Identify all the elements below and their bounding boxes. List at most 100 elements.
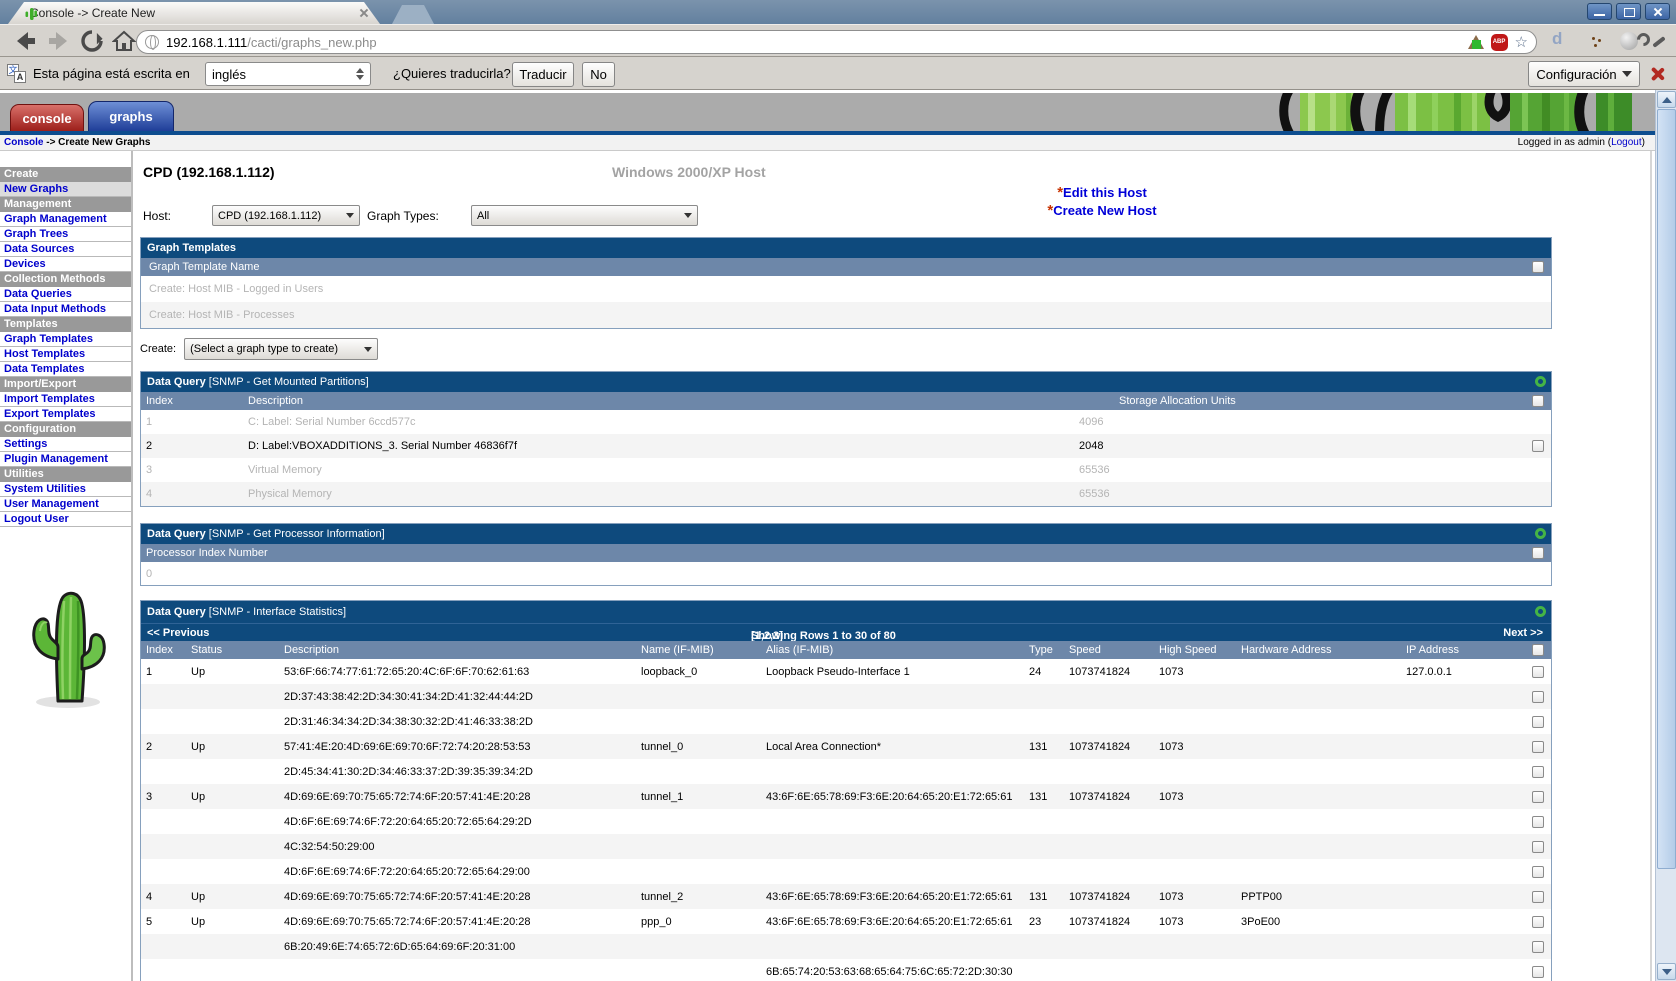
tab-close-icon[interactable] (358, 7, 370, 19)
sidebar-item-devices[interactable]: Devices (0, 257, 131, 272)
row-checkbox[interactable] (1532, 765, 1544, 778)
language-select[interactable]: inglés (205, 62, 371, 86)
create-graph-type-select[interactable]: (Select a graph type to create) (184, 338, 379, 360)
sidebar-item-system-utilities[interactable]: System Utilities (0, 482, 131, 497)
table-row[interactable]: 4D:6F:6E:69:74:6F:72:20:64:65:20:72:65:6… (141, 809, 1551, 834)
browser-tab[interactable]: Console -> Create New (8, 2, 380, 24)
table-row[interactable]: 6B:20:49:6E:74:65:72:6D:65:64:69:6F:20:3… (141, 934, 1551, 959)
extension-d-icon[interactable]: d (1552, 29, 1562, 49)
sidebar-item-graph-management[interactable]: Graph Management (0, 212, 131, 227)
address-bar[interactable]: 192.168.1.111/cacti/graphs_new.php ABP ☆ (136, 30, 1537, 54)
sidebar-item-new-graphs[interactable]: New Graphs (0, 182, 131, 197)
sidebar-item-data-sources[interactable]: Data Sources (0, 242, 131, 257)
col-processor-index: Processor Index Number (146, 547, 268, 559)
vertical-scrollbar[interactable] (1655, 90, 1676, 981)
sidebar-item-data-input-methods[interactable]: Data Input Methods (0, 302, 131, 317)
sidebar-item-settings[interactable]: Settings (0, 437, 131, 452)
forward-button[interactable] (46, 29, 72, 53)
table-row[interactable]: 5 Up 4D:69:6E:69:70:75:65:72:74:6F:20:57:4… (141, 909, 1551, 934)
table-row: 0 (141, 562, 1551, 585)
col-status: Status (191, 644, 223, 656)
sidebar-item-import-templates[interactable]: Import Templates (0, 392, 131, 407)
row-checkbox[interactable] (1532, 790, 1544, 803)
cacti-banner-art (1180, 93, 1632, 131)
row-checkbox[interactable] (1532, 665, 1544, 678)
extension-pyramid-icon[interactable] (1467, 35, 1484, 49)
select-all-checkbox[interactable] (1532, 547, 1544, 559)
url-text[interactable]: 192.168.1.111/cacti/graphs_new.php (166, 35, 1468, 50)
sidebar-item-data-queries[interactable]: Data Queries (0, 287, 131, 302)
row-checkbox[interactable] (1532, 890, 1544, 903)
host-select[interactable]: CPD (192.168.1.112) (212, 205, 360, 226)
sidebar-item-graph-templates[interactable]: Graph Templates (0, 332, 131, 347)
previous-link[interactable]: << Previous (147, 627, 209, 639)
sidebar-item-plugin-management[interactable]: Plugin Management (0, 452, 131, 467)
sidebar-item-logout-user[interactable]: Logout User (0, 512, 131, 527)
translate-close-icon[interactable] (1650, 66, 1665, 81)
sidebar-item-graph-trees[interactable]: Graph Trees (0, 227, 131, 242)
reload-button[interactable] (80, 29, 104, 53)
table-row[interactable]: 4C:32:54:50:29:00 (141, 834, 1551, 859)
edit-host-link[interactable]: *Edit this Host (997, 184, 1207, 202)
logout-link[interactable]: Logout (1611, 137, 1642, 148)
breadcrumb-console-link[interactable]: Console (4, 137, 43, 148)
row-checkbox[interactable] (1532, 965, 1544, 978)
sidebar-item-export-templates[interactable]: Export Templates (0, 407, 131, 422)
back-button[interactable] (12, 29, 38, 53)
table-row[interactable]: 4 Up 4D:69:6E:69:70:75:65:72:74:6F:20:57:4… (141, 884, 1551, 909)
table-row[interactable]: 3 Up 4D:69:6E:69:70:75:65:72:74:6F:20:57:4… (141, 784, 1551, 809)
table-row[interactable]: 2D:37:43:38:42:2D:34:30:41:34:2D:41:32:4… (141, 684, 1551, 709)
window-close-button[interactable] (1645, 3, 1670, 20)
scrollbar-thumb[interactable] (1657, 109, 1676, 869)
row-checkbox[interactable] (1532, 915, 1544, 928)
reload-query-icon[interactable] (1535, 376, 1546, 387)
table-row[interactable]: 2D:45:34:41:30:2D:34:46:33:37:2D:39:35:3… (141, 759, 1551, 784)
translate-settings-button[interactable]: Configuración (1528, 61, 1640, 87)
table-row[interactable]: 2 Up 57:41:4E:20:4D:69:6E:69:70:6F:72:74:2… (141, 734, 1551, 759)
create-host-link[interactable]: *Create New Host (997, 202, 1207, 220)
scroll-down-icon[interactable] (1657, 963, 1676, 980)
select-all-checkbox[interactable] (1532, 644, 1544, 656)
bookmark-star-icon[interactable]: ☆ (1515, 35, 1528, 50)
sidebar-item-data-templates[interactable]: Data Templates (0, 362, 131, 377)
sidebar-header-configuration: Configuration (0, 422, 131, 437)
no-button[interactable]: No (582, 62, 615, 87)
row-checkbox[interactable] (1532, 815, 1544, 828)
titlebar: Console -> Create New (0, 0, 1676, 24)
home-button[interactable] (112, 29, 136, 53)
globe-extension-icon[interactable] (1620, 32, 1638, 50)
row-checkbox[interactable] (1532, 690, 1544, 703)
tab-console[interactable]: console (10, 104, 84, 131)
graph-types-select[interactable]: All (471, 205, 698, 226)
new-tab-button[interactable] (392, 5, 434, 24)
dq-partitions-header: Index Description Storage Allocation Uni… (141, 392, 1551, 410)
reload-query-icon[interactable] (1535, 528, 1546, 539)
dq-interfaces-table: Data Query [SNMP - Interface Statistics]… (140, 600, 1552, 981)
row-checkbox[interactable] (1532, 715, 1544, 728)
table-row[interactable]: 4D:6F:6E:69:74:6F:72:20:64:65:20:72:65:6… (141, 859, 1551, 884)
row-checkbox[interactable] (1532, 865, 1544, 878)
graph-types-label: Graph Types: (367, 209, 439, 223)
table-row[interactable]: 2 D: Label:VBOXADDITIONS_3. Serial Numbe… (141, 434, 1551, 458)
table-row[interactable]: 1 Up 53:6F:66:74:77:61:72:65:20:4C:6F:6F:7… (141, 659, 1551, 684)
translate-button[interactable]: Traducir (512, 62, 574, 87)
row-checkbox[interactable] (1532, 440, 1544, 452)
select-all-checkbox[interactable] (1532, 261, 1544, 273)
window-maximize-button[interactable] (1616, 3, 1641, 20)
sidebar-item-host-templates[interactable]: Host Templates (0, 347, 131, 362)
breadcrumb: Console -> Create New Graphs (4, 137, 150, 148)
table-row[interactable]: 6B:65:74:20:53:63:68:65:64:75:6C:65:72:2… (141, 959, 1551, 981)
row-checkbox[interactable] (1532, 740, 1544, 753)
row-checkbox[interactable] (1532, 840, 1544, 853)
sidebar-item-user-management[interactable]: User Management (0, 497, 131, 512)
cell-description: C: Label: Serial Number 6ccd577c (248, 416, 416, 428)
select-all-checkbox[interactable] (1532, 395, 1544, 407)
window-minimize-button[interactable] (1587, 3, 1612, 20)
row-checkbox[interactable] (1532, 940, 1544, 953)
reload-query-icon[interactable] (1535, 606, 1546, 617)
scroll-up-icon[interactable] (1657, 91, 1676, 108)
next-link[interactable]: Next >> (1503, 627, 1543, 639)
table-row[interactable]: 2D:31:46:34:34:2D:34:38:30:32:2D:41:46:3… (141, 709, 1551, 734)
tab-graphs[interactable]: graphs (88, 101, 174, 131)
adblock-icon[interactable]: ABP (1490, 33, 1508, 51)
